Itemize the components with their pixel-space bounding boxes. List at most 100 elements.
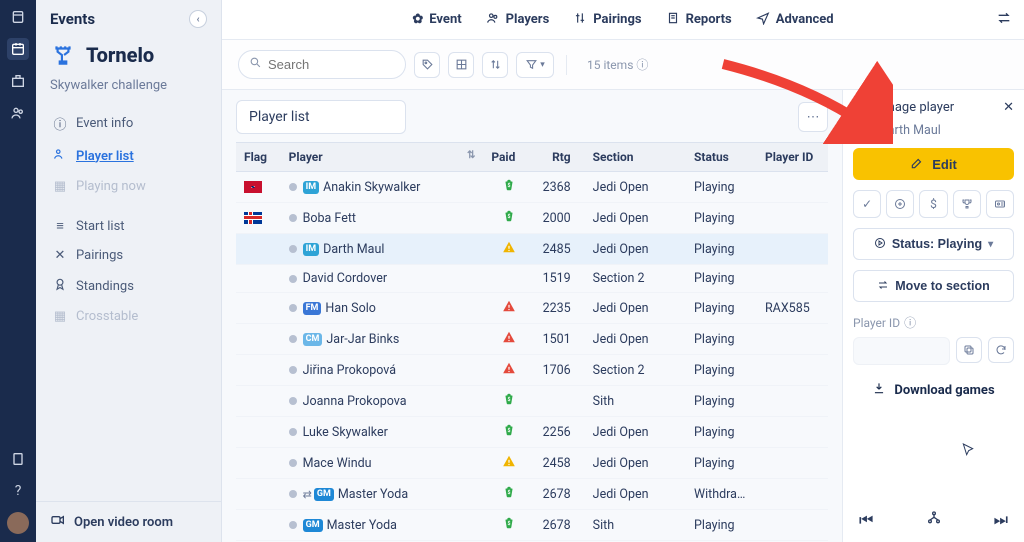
cell-paid	[483, 324, 534, 355]
paid-error-icon	[491, 330, 526, 348]
table-row[interactable]: CMJar-Jar Binks1501Jedi OpenPlaying	[236, 324, 828, 355]
sidebar-item-event-info[interactable]: ⓘ Event info	[44, 107, 213, 140]
status-dropdown[interactable]: Status: Playing ▾	[853, 228, 1014, 260]
col-paid[interactable]: Paid	[483, 143, 534, 172]
tab-advanced[interactable]: Advanced	[756, 11, 834, 29]
player-name: David Cordover	[303, 271, 387, 286]
svg-text:$: $	[507, 427, 510, 434]
col-player[interactable]: Player⇅	[281, 143, 484, 172]
swap-icon[interactable]	[996, 10, 1012, 30]
player-name-text: Darth Maul	[880, 123, 941, 138]
download-icon	[872, 381, 886, 399]
col-rtg[interactable]: Rtg	[534, 143, 585, 172]
rail-calendar-icon[interactable]	[7, 38, 29, 60]
table-row[interactable]: FMHan Solo2235Jedi OpenPlayingRAX585	[236, 293, 828, 324]
col-status[interactable]: Status	[686, 143, 757, 172]
list-title-input[interactable]: Player list	[236, 100, 406, 134]
tab-event[interactable]: ✿Event	[412, 12, 461, 27]
sidebar-item-player-list[interactable]: Player list	[44, 140, 213, 172]
cell-section: Sith	[585, 510, 686, 541]
edit-button[interactable]: Edit	[853, 148, 1014, 180]
topbar: ✿Event Players Pairings Reports Advanced	[222, 0, 1024, 40]
table-row[interactable]: Jiřina Prokopová1706Section 2Playing	[236, 355, 828, 386]
tool-grid-button[interactable]	[448, 52, 474, 78]
svg-text:$: $	[507, 520, 510, 527]
cell-player-id	[757, 265, 828, 293]
col-flag[interactable]: Flag	[236, 143, 281, 172]
tool-sort-button[interactable]	[482, 52, 508, 78]
player-table: Flag Player⇅ Paid Rtg Section Status Pla…	[236, 142, 828, 172]
pager-first-icon[interactable]: ⏮	[859, 510, 873, 530]
title-badge: IM	[853, 124, 870, 137]
tab-players[interactable]: Players	[486, 11, 550, 29]
cell-rtg: 2235	[534, 293, 585, 324]
cell-flag	[236, 265, 281, 293]
users-icon	[52, 147, 68, 165]
action-add-button[interactable]	[886, 190, 914, 218]
tab-pairings[interactable]: Pairings	[573, 11, 641, 29]
chevron-down-icon: ▾	[540, 60, 545, 70]
table-row[interactable]: David Cordover1519Section 2Playing	[236, 265, 828, 293]
brand: Tornelo	[36, 36, 221, 78]
paid-warning-icon	[491, 240, 526, 258]
sidebar-item-standings[interactable]: Standings	[44, 270, 213, 302]
rail-home-icon[interactable]	[7, 6, 29, 28]
action-id-button[interactable]	[986, 190, 1014, 218]
table-row[interactable]: IMDarth Maul2485Jedi OpenPlaying	[236, 234, 828, 265]
svg-text:$: $	[507, 213, 510, 220]
download-games-button[interactable]: Download games	[853, 381, 1014, 399]
table-row[interactable]: GMMaster Yoda$2678SithPlaying	[236, 510, 828, 541]
sidebar-item-crosstable[interactable]: ▦ Crosstable	[44, 302, 213, 331]
table-row[interactable]: Mace Windu2458Jedi OpenPlaying	[236, 448, 828, 479]
rail-org-icon[interactable]	[7, 70, 29, 92]
copy-id-button[interactable]	[956, 337, 982, 363]
rail-avatar[interactable]	[7, 512, 29, 534]
cell-section: Jedi Open	[585, 293, 686, 324]
sidebar-item-pairings[interactable]: ✕ Pairings	[44, 241, 213, 270]
player-id-label: Player IDⓘ	[853, 314, 1014, 331]
player-name: Darth Maul	[323, 242, 384, 257]
action-payment-button[interactable]: $	[919, 190, 947, 218]
col-pid[interactable]: Player ID	[757, 143, 828, 172]
action-trophy-button[interactable]	[953, 190, 981, 218]
advanced-icon	[756, 11, 770, 29]
reports-icon	[666, 11, 680, 29]
tab-reports[interactable]: Reports	[666, 11, 732, 29]
player-id-input[interactable]	[853, 337, 950, 365]
tool-tag-button[interactable]	[414, 52, 440, 78]
table-row[interactable]: Joanna Prokopova$SithPlaying	[236, 386, 828, 417]
more-button[interactable]: ⋯	[798, 102, 828, 132]
close-icon[interactable]: ✕	[1003, 100, 1014, 115]
refresh-id-button[interactable]	[988, 337, 1014, 363]
cell-player-id	[757, 479, 828, 510]
cell-rtg: 2458	[534, 448, 585, 479]
col-section[interactable]: Section	[585, 143, 686, 172]
table-row[interactable]: Luke Skywalker$2256Jedi OpenPlaying	[236, 417, 828, 448]
sidebar-item-playing-now[interactable]: ▦ Playing now	[44, 172, 213, 201]
rail-users-icon[interactable]	[7, 102, 29, 124]
sidebar-item-start-list[interactable]: ≡ Start list	[44, 211, 213, 241]
action-confirm-button[interactable]: ✓	[853, 190, 881, 218]
open-video-room-button[interactable]: Open video room	[36, 501, 221, 542]
cell-paid	[483, 234, 534, 265]
info-icon: ⓘ	[636, 58, 648, 72]
search-box[interactable]	[238, 50, 406, 79]
cell-player-id	[757, 324, 828, 355]
search-input[interactable]	[268, 57, 388, 72]
svg-text:$: $	[507, 396, 510, 403]
pager-last-icon[interactable]: ⏭	[994, 510, 1008, 530]
toolbar: ▾ 15 items ⓘ	[222, 40, 1024, 90]
table-row[interactable]: ⇄GMMaster Yoda$2678Jedi OpenWithdrawn	[236, 479, 828, 510]
cell-status: Playing	[686, 234, 757, 265]
rail-doc-icon[interactable]	[7, 448, 29, 470]
table-row[interactable]: Boba Fett$2000Jedi OpenPlaying	[236, 203, 828, 234]
pager-tree-icon[interactable]	[926, 510, 942, 530]
move-section-button[interactable]: Move to section	[853, 270, 1014, 302]
panel-player-name: IM Darth Maul	[853, 123, 1014, 138]
pencil-icon	[910, 156, 924, 173]
tool-filter-button[interactable]: ▾	[516, 52, 554, 78]
rail-help-icon[interactable]: ?	[7, 480, 29, 502]
cell-rtg: 2678	[534, 510, 585, 541]
sidebar-collapse-button[interactable]: ‹	[189, 10, 207, 28]
table-row[interactable]: IMAnakin Skywalker$2368Jedi OpenPlaying	[236, 172, 828, 203]
